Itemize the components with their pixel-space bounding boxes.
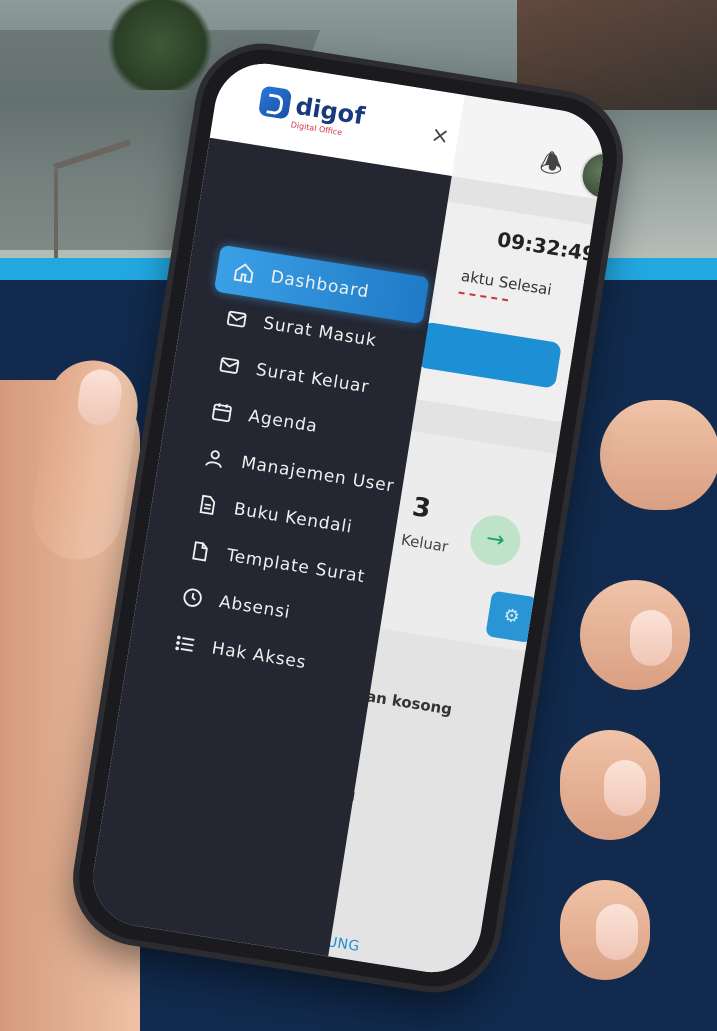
- finger-nail: [604, 760, 646, 816]
- calendar-icon: [210, 399, 235, 424]
- mail-icon: [224, 306, 249, 331]
- document-icon: [195, 492, 220, 517]
- finger: [600, 400, 717, 510]
- thumb-nail: [75, 366, 125, 429]
- finger: [560, 880, 650, 980]
- street-lamp: [54, 170, 58, 260]
- finger-nail: [630, 610, 672, 666]
- logo-icon: [257, 85, 293, 120]
- home-icon: [232, 260, 257, 285]
- menu-item-label: Dashboard: [269, 266, 371, 302]
- menu-item-label: Template Surat: [225, 545, 367, 587]
- user-icon: [202, 445, 227, 470]
- menu-item-label: Agenda: [247, 405, 320, 437]
- finger-nail: [596, 904, 638, 960]
- list-icon: [173, 631, 198, 656]
- finger: [580, 580, 690, 690]
- menu-item-label: Absensi: [217, 591, 292, 623]
- close-icon[interactable]: ×: [429, 122, 451, 150]
- finger: [560, 730, 660, 840]
- file-icon: [187, 538, 212, 563]
- gear-icon[interactable]: ⚙: [485, 590, 538, 644]
- menu-item-label: Buku Kendali: [232, 498, 354, 538]
- menu-item-label: Surat Keluar: [254, 359, 371, 398]
- menu-item-label: Surat Masuk: [261, 312, 379, 351]
- clock-icon: [180, 585, 205, 610]
- mail-icon: [217, 352, 242, 377]
- tree-shape: [100, 0, 220, 90]
- menu-item-label: Hak Akses: [210, 637, 308, 673]
